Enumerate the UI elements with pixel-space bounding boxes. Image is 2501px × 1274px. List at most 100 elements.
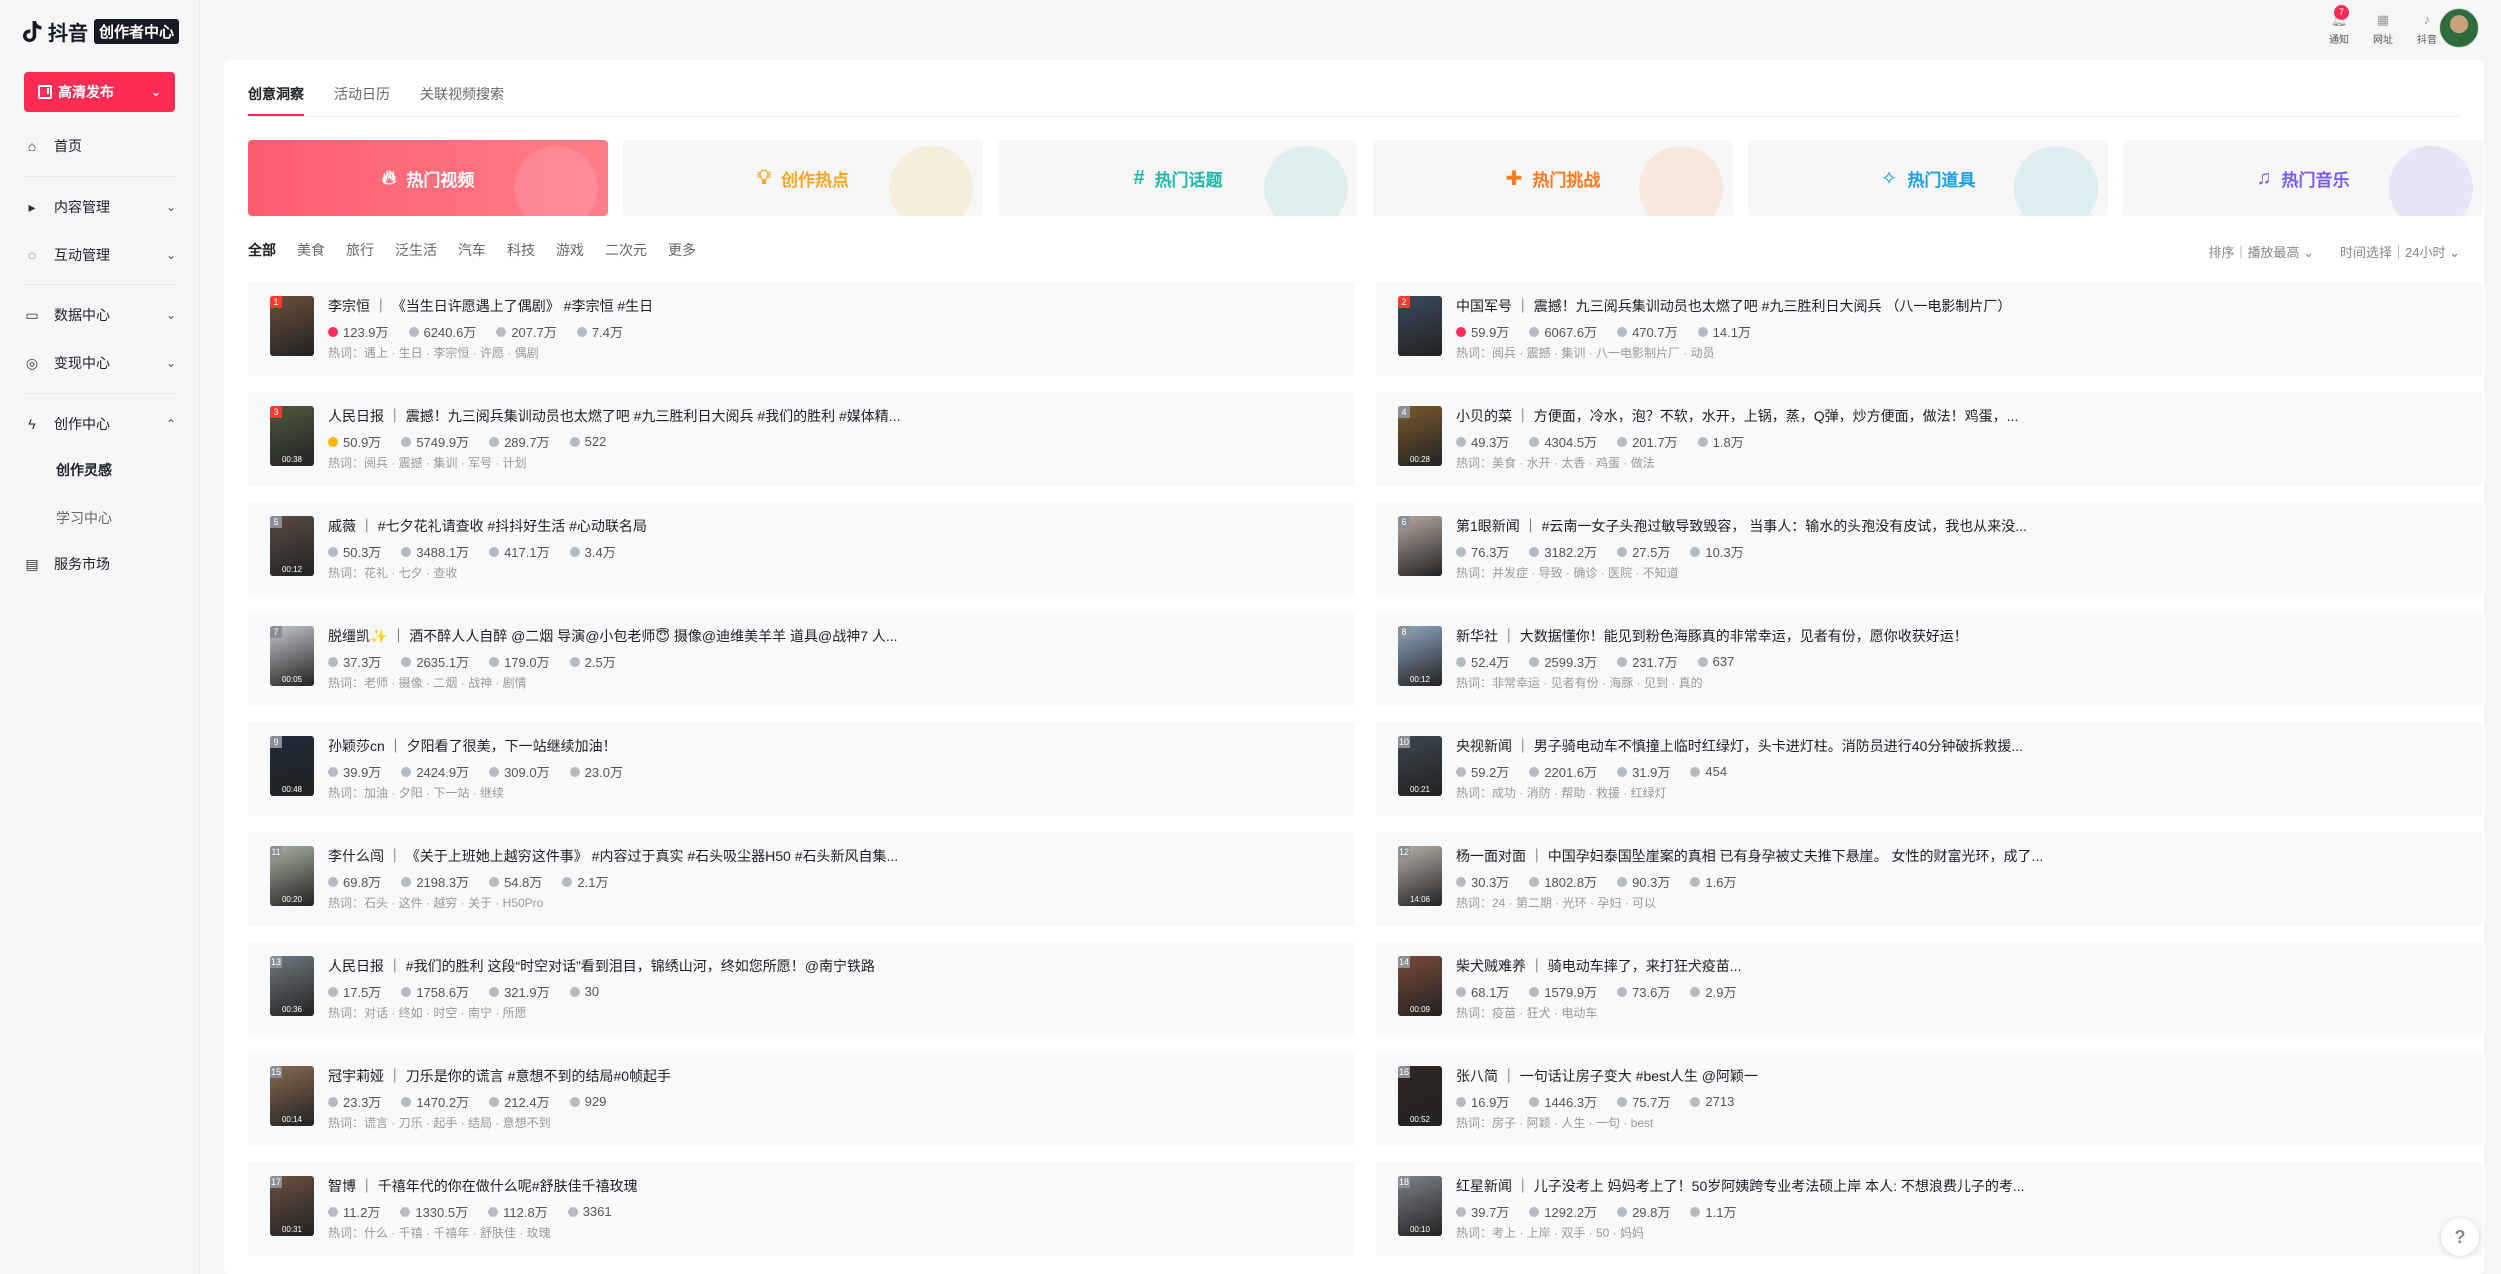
filter-tab[interactable]: 二次元 [605, 240, 647, 260]
video-thumbnail[interactable]: 12 14:06 [1398, 846, 1442, 906]
sidebar-item-monetize[interactable]: ◎ 变现中心 ⌄ [24, 348, 176, 378]
video-thumbnail[interactable]: 5 00:12 [270, 516, 314, 576]
video-thumbnail[interactable]: 15 00:14 [270, 1066, 314, 1126]
douyin-button[interactable]: ♪ 抖音 [2412, 12, 2442, 46]
filter-tab[interactable]: 汽车 [458, 240, 486, 260]
filter-tab[interactable]: 更多 [668, 240, 696, 260]
video-thumbnail[interactable]: 13 00:36 [270, 956, 314, 1016]
filter-tab[interactable]: 科技 [507, 240, 535, 260]
video-title[interactable]: 红星新闻 ｜ 儿子没考上 妈妈考上了！50岁阿姨跨专业考法硕上岸 本人: 不想浪… [1456, 1176, 2025, 1196]
video-thumbnail[interactable]: 7 00:05 [270, 626, 314, 686]
heat-value: 11.2万 [343, 1205, 381, 1220]
video-card[interactable]: 17 00:31 智博 ｜ 千禧年代的你在做什么呢#舒肤佳千禧玫瑰 11.2万 1330… [248, 1162, 1355, 1256]
video-card[interactable]: 13 00:36 人民日报 ｜ #我们的胜利 这段“时空对话”看到泪目，锦绣山河，终… [248, 942, 1355, 1036]
video-thumbnail[interactable]: 6 [1398, 516, 1442, 576]
video-thumbnail[interactable]: 14 00:09 [1398, 956, 1442, 1016]
category-label: 热门道具 [1907, 170, 1976, 190]
sidebar-subitem-inspiration[interactable]: 创作灵感 [56, 460, 112, 480]
publish-button[interactable]: 高清发布 ⌄ [24, 72, 175, 112]
tab-related-video-search[interactable]: 关联视频搜索 [420, 84, 504, 116]
video-title[interactable]: 李宗恒 ｜ 《当生日许愿遇上了偶剧》 #李宗恒 #生日 [328, 296, 653, 316]
video-card[interactable]: 11 00:20 李什么闯 ｜ 《关于上班她上越穷这件事》 #内容过于真实 #石头吸… [248, 832, 1355, 926]
video-card[interactable]: 18 00:10 红星新闻 ｜ 儿子没考上 妈妈考上了！50岁阿姨跨专业考法硕上岸 … [1376, 1162, 2483, 1256]
heat-value: 17.5万 [343, 985, 382, 1000]
avatar[interactable] [2439, 8, 2479, 48]
help-button[interactable]: ? [2441, 1218, 2479, 1256]
filter-tab[interactable]: 游戏 [556, 240, 584, 260]
video-thumbnail[interactable]: 1 [270, 296, 314, 356]
category-card[interactable]: ✚ 热门挑战 [1373, 140, 1733, 216]
sidebar-subitem-learning[interactable]: 学习中心 [56, 508, 112, 528]
video-title[interactable]: 人民日报 ｜ 震撼！九三阅兵集训动员也太燃了吧 #九三胜利日大阅兵 #我们的胜利… [328, 406, 900, 426]
video-card[interactable]: 10 00:21 央视新闻 ｜ 男子骑电动车不慎撞上临时红绿灯，头卡进灯柱。消防员进… [1376, 722, 2483, 816]
video-title[interactable]: 小贝的菜 ｜ 方便面，冷水，泡？不软，水开，上锅，蒸，Q弹，炒方便面，做法！鸡蛋… [1456, 406, 2018, 426]
video-title[interactable]: 脱缰凯✨ ｜ 酒不醉人人自醉 @二烟 导演@小包老师😇 摄像@迪维美羊羊 道具@… [328, 626, 898, 646]
video-title[interactable]: 央视新闻 ｜ 男子骑电动车不慎撞上临时红绿灯，头卡进灯柱。消防员进行40分钟破拆… [1456, 736, 2023, 756]
video-title[interactable]: 柴犬贼难养 ｜ 骑电动车摔了，来打狂犬疫苗... [1456, 956, 1741, 976]
sidebar-item-interaction[interactable]: ◌ 互动管理 ⌄ [24, 240, 176, 270]
sidebar-item-content[interactable]: ▸ 内容管理 ⌄ [24, 192, 176, 222]
chevron-down-icon[interactable]: ⌄ [151, 85, 161, 99]
video-title[interactable]: 李什么闯 ｜ 《关于上班她上越穷这件事》 #内容过于真实 #石头吸尘器H50 #… [328, 846, 898, 866]
filter-tab[interactable]: 旅行 [346, 240, 374, 260]
video-thumbnail[interactable]: 2 [1398, 296, 1442, 356]
video-thumbnail[interactable]: 16 00:52 [1398, 1066, 1442, 1126]
video-thumbnail[interactable]: 11 00:20 [270, 846, 314, 906]
video-card[interactable]: 15 00:14 冠宇莉娅 ｜ 刀乐是你的谎言 #意想不到的结局#0帧起手 23.3万… [248, 1052, 1355, 1146]
sidebar-item-market[interactable]: ▤ 服务市场 [24, 549, 176, 579]
time-dropdown[interactable]: 时间选择｜24小时 ⌄ [2340, 242, 2460, 261]
bolt-icon: ϟ [28, 416, 36, 432]
category-card[interactable]: ♫ 热门音乐 [2123, 140, 2483, 216]
category-card[interactable]: # 热门话题 [998, 140, 1358, 216]
video-title[interactable]: 戚薇 ｜ #七夕花礼请查收 #抖抖好生活 #心动联名局 [328, 516, 647, 536]
video-card[interactable]: 8 00:12 新华社 ｜ 大数据懂你！能见到粉色海豚真的非常幸运，见者有份，愿你收… [1376, 612, 2483, 706]
category-card[interactable]: ✧ 热门道具 [1748, 140, 2108, 216]
sidebar-item-creation[interactable]: ϟ 创作中心 ⌃ [24, 409, 176, 439]
video-thumbnail[interactable]: 4 00:28 [1398, 406, 1442, 466]
video-thumbnail[interactable]: 3 00:38 [270, 406, 314, 466]
sidebar-item-home[interactable]: ⌂ 首页 [24, 131, 176, 161]
video-thumbnail[interactable]: 17 00:31 [270, 1176, 314, 1236]
sidebar-item-data[interactable]: ▭ 数据中心 ⌄ [24, 300, 176, 330]
sort-dropdown[interactable]: 排序｜播放最高 ⌄ [2208, 242, 2314, 261]
video-card[interactable]: 2 中国军号 ｜ 震撼！九三阅兵集训动员也太燃了吧 #九三胜利日大阅兵 （八一电影… [1376, 282, 2483, 376]
video-thumbnail[interactable]: 8 00:12 [1398, 626, 1442, 686]
video-card[interactable]: 16 00:52 张八简 ｜ 一句话让房子变大 #best人生 @阿颖一 16.9万 1… [1376, 1052, 2483, 1146]
video-card[interactable]: 9 00:48 孙颖莎cn ｜ 夕阳看了很美，下一站继续加油！ 39.9万 2424.9… [248, 722, 1355, 816]
category-card[interactable]: 🔥︎ 热门视频 [248, 140, 608, 216]
filter-tab[interactable]: 泛生活 [395, 240, 437, 260]
video-card[interactable]: 6 第1眼新闻 ｜ #云南一女子头孢过敏导致毁容， 当事人：输水的头孢没有皮试，我… [1376, 502, 2483, 596]
tab-creative-insight[interactable]: 创意洞察 [248, 84, 304, 116]
sites-button[interactable]: ▦ 网址 [2368, 12, 2398, 46]
filter-tab[interactable]: 全部 [248, 240, 276, 260]
category-card[interactable]: 💡︎ 创作热点 [623, 140, 983, 216]
share-value: 2.5万 [584, 655, 616, 670]
video-thumbnail[interactable]: 10 00:21 [1398, 736, 1442, 796]
video-thumbnail[interactable]: 18 00:10 [1398, 1176, 1442, 1236]
heat-stat: 39.7万 [1456, 1202, 1509, 1221]
video-title[interactable]: 冠宇莉娅 ｜ 刀乐是你的谎言 #意想不到的结局#0帧起手 [328, 1066, 671, 1086]
video-title[interactable]: 人民日报 ｜ #我们的胜利 这段“时空对话”看到泪目，锦绣山河，终如您所愿！@南… [328, 956, 875, 976]
video-title[interactable]: 智博 ｜ 千禧年代的你在做什么呢#舒肤佳千禧玫瑰 [328, 1176, 638, 1196]
video-card[interactable]: 4 00:28 小贝的菜 ｜ 方便面，冷水，泡？不软，水开，上锅，蒸，Q弹，炒方便面… [1376, 392, 2483, 486]
video-card[interactable]: 14 00:09 柴犬贼难养 ｜ 骑电动车摔了，来打狂犬疫苗... 68.1万 1579… [1376, 942, 2483, 1036]
video-title[interactable]: 张八简 ｜ 一句话让房子变大 #best人生 @阿颖一 [1456, 1066, 1758, 1086]
video-card[interactable]: 1 李宗恒 ｜ 《当生日许愿遇上了偶剧》 #李宗恒 #生日 123.9万 6240.6… [248, 282, 1355, 376]
video-title[interactable]: 中国军号 ｜ 震撼！九三阅兵集训动员也太燃了吧 #九三胜利日大阅兵 （八一电影制… [1456, 296, 2011, 316]
video-title[interactable]: 新华社 ｜ 大数据懂你！能见到粉色海豚真的非常幸运，见者有份，愿你收获好运！ [1456, 626, 1968, 646]
video-card[interactable]: 12 14:06 杨一面对面 ｜ 中国孕妇泰国坠崖案的真相 已有身孕被丈夫推下悬崖。… [1376, 832, 2483, 926]
rank-badge: 10 [1398, 736, 1410, 748]
share-stat: 23.0万 [569, 762, 623, 781]
filter-tab[interactable]: 美食 [297, 240, 325, 260]
video-thumbnail[interactable]: 9 00:48 [270, 736, 314, 796]
video-card[interactable]: 5 00:12 戚薇 ｜ #七夕花礼请查收 #抖抖好生活 #心动联名局 50.3万 34… [248, 502, 1355, 596]
notification-button[interactable]: 🔔︎7 通知 [2324, 5, 2354, 46]
video-card[interactable]: 3 00:38 人民日报 ｜ 震撼！九三阅兵集训动员也太燃了吧 #九三胜利日大阅兵 … [248, 392, 1355, 486]
video-card[interactable]: 7 00:05 脱缰凯✨ ｜ 酒不醉人人自醉 @二烟 导演@小包老师😇 摄像@迪维美… [248, 612, 1355, 706]
video-title[interactable]: 杨一面对面 ｜ 中国孕妇泰国坠崖案的真相 已有身孕被丈夫推下悬崖。 女性的财富光… [1456, 846, 2043, 866]
video-title[interactable]: 孙颖莎cn ｜ 夕阳看了很美，下一站继续加油！ [328, 736, 617, 756]
video-title[interactable]: 第1眼新闻 ｜ #云南一女子头孢过敏导致毁容， 当事人：输水的头孢没有皮试，我也… [1456, 516, 2027, 536]
play-icon [401, 656, 412, 667]
tab-activity-calendar[interactable]: 活动日历 [334, 84, 390, 116]
logo[interactable]: 抖音 创作者中心 [22, 18, 180, 45]
